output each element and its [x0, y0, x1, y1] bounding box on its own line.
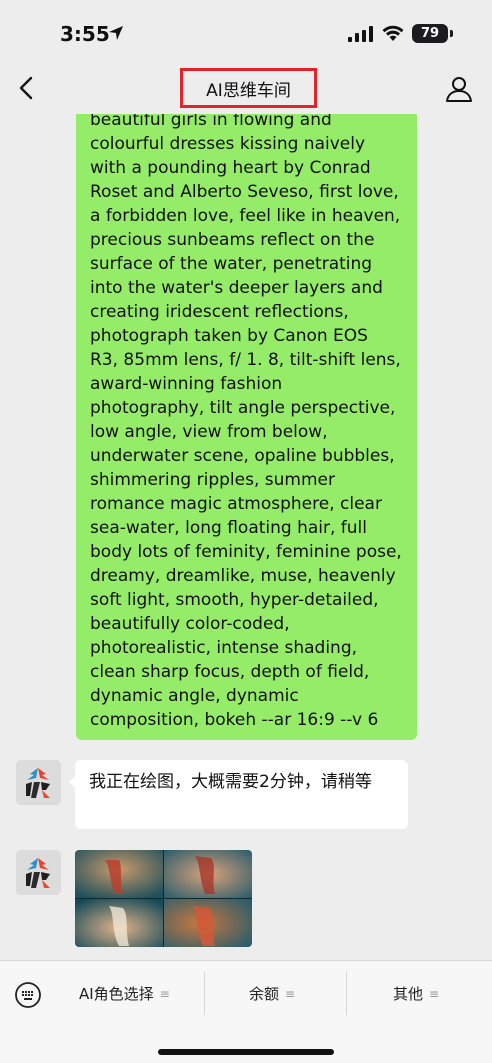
menu-item-ai-role[interactable]: AI角色选择 ≡: [79, 983, 170, 1004]
menu-lines-icon: ≡: [159, 986, 170, 1001]
location-arrow-icon: [109, 26, 123, 40]
status-bar: 3:55 79: [0, 0, 492, 66]
title-highlight-box: AI思维车间: [180, 68, 317, 108]
wechat-chat-screen: 3:55 79 AI思维车间 beautiful girls in flowin…: [0, 0, 492, 1063]
wifi-icon: [382, 25, 404, 41]
keyboard-icon[interactable]: [14, 981, 42, 1009]
menu-lines-icon: ≡: [285, 986, 296, 1001]
battery-tip: [450, 30, 453, 37]
menu-divider: [346, 971, 347, 1015]
received-message-text: 我正在绘图，大概需要2分钟，请稍等: [89, 772, 372, 792]
status-time: 3:55: [60, 22, 110, 46]
chat-title: AI思维车间: [206, 80, 291, 101]
received-message-bubble[interactable]: 我正在绘图，大概需要2分钟，请稍等: [69, 760, 408, 829]
back-chevron-icon[interactable]: [12, 72, 42, 104]
sent-message-text: beautiful girls in flowing and colourful…: [90, 114, 402, 730]
menu-item-label: 余额: [249, 985, 280, 1003]
nav-bar: AI思维车间: [0, 62, 492, 114]
menu-item-label: 其他: [393, 985, 424, 1003]
home-indicator[interactable]: [158, 1049, 334, 1055]
person-icon[interactable]: [444, 74, 474, 104]
menu-item-other[interactable]: 其他 ≡: [393, 983, 439, 1004]
chat-area[interactable]: beautiful girls in flowing and colourful…: [0, 114, 492, 960]
generated-image-message[interactable]: [75, 850, 252, 947]
menu-lines-icon: ≡: [429, 986, 440, 1001]
menu-divider: [204, 971, 205, 1015]
menu-item-label: AI角色选择: [79, 985, 154, 1003]
bot-avatar-icon[interactable]: [16, 760, 61, 805]
sent-message-bubble[interactable]: beautiful girls in flowing and colourful…: [76, 114, 417, 740]
bot-avatar-icon[interactable]: [16, 850, 61, 895]
bottom-menu-bar: AI角色选择 ≡ 余额 ≡ 其他 ≡: [0, 960, 492, 1063]
signal-icon: [348, 26, 373, 42]
menu-item-balance[interactable]: 余额 ≡: [249, 983, 295, 1004]
battery-icon: 79: [412, 24, 448, 43]
